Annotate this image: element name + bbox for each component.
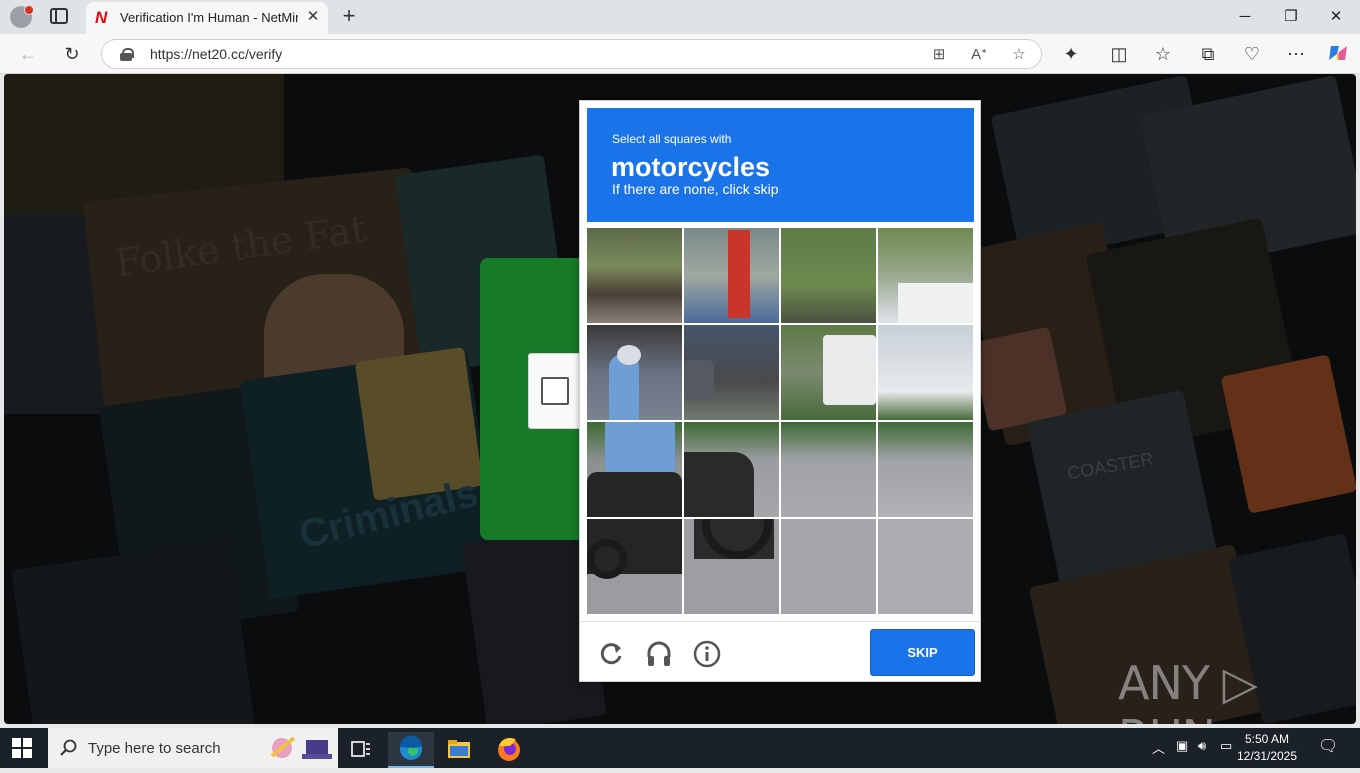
netmirror-favicon-icon: N [95, 8, 108, 27]
captcha-tile[interactable] [684, 519, 779, 614]
captcha-tile[interactable] [878, 228, 973, 323]
copilot-icon[interactable] [1326, 42, 1350, 66]
read-aloud-icon[interactable]: Aᐩ [968, 44, 990, 66]
windows-taskbar: Type here to search ︿ ▣ 🔊︎ ▭ 5:50 AM 12/… [0, 728, 1360, 768]
extensions-icon[interactable]: ✦ [1059, 42, 1083, 66]
captcha-instruction: Select all squares with [612, 132, 732, 146]
captcha-tile[interactable] [878, 325, 973, 420]
captcha-tile[interactable] [781, 325, 876, 420]
captcha-header: Select all squares with motorcycles If t… [587, 108, 974, 222]
meet-now-icon[interactable]: ▣ [1176, 738, 1188, 754]
refresh-page-icon[interactable]: ↻ [60, 42, 84, 66]
active-tab[interactable]: N Verification I'm Human - NetMirror ✕ [86, 2, 328, 34]
address-bar-row: ← ↻ https://net20.cc/verify ⊞ Aᐩ ☆ ✦ ◫ ☆… [0, 34, 1360, 74]
close-tab-icon[interactable]: ✕ [304, 8, 322, 26]
info-icon[interactable] [692, 639, 722, 669]
captcha-tile[interactable] [878, 422, 973, 517]
search-highlight-icon [264, 734, 334, 762]
notifications-icon[interactable]: 🗨︎ [1318, 736, 1338, 756]
collections-icon[interactable]: ⧉ [1196, 42, 1220, 66]
profile-avatar-icon[interactable] [10, 5, 34, 28]
new-tab-button[interactable]: + [338, 4, 360, 28]
back-icon[interactable]: ← [16, 42, 40, 66]
captcha-challenge: Select all squares with motorcycles If t… [579, 100, 981, 682]
tab-title: Verification I'm Human - NetMirror [120, 10, 298, 25]
captcha-image-grid [587, 228, 974, 615]
task-view-icon[interactable] [338, 732, 384, 768]
minimize-button[interactable]: ─ [1234, 6, 1256, 28]
windows-start-icon[interactable] [12, 738, 32, 758]
captcha-tile[interactable] [587, 228, 682, 323]
captcha-tile[interactable] [684, 325, 779, 420]
captcha-tile[interactable] [781, 228, 876, 323]
skip-button[interactable]: SKIP [870, 629, 975, 676]
refresh-icon[interactable] [596, 639, 626, 669]
search-icon [60, 739, 77, 756]
volume-icon[interactable]: 🔊︎ [1198, 738, 1206, 754]
clock-time: 5:50 AM [1244, 732, 1290, 746]
taskbar-search-box[interactable]: Type here to search [48, 728, 338, 768]
captcha-tile[interactable] [587, 422, 682, 517]
captcha-tile[interactable] [781, 422, 876, 517]
search-placeholder[interactable]: Type here to search [88, 740, 221, 757]
clock-date: 12/31/2025 [1236, 749, 1298, 763]
captcha-target: motorcycles [611, 152, 771, 182]
headphones-icon[interactable] [644, 639, 674, 669]
captcha-tile[interactable] [878, 519, 973, 614]
im-human-checkbox[interactable] [541, 377, 569, 405]
captcha-tile[interactable] [587, 325, 682, 420]
captcha-tile[interactable] [781, 519, 876, 614]
favorites-icon[interactable]: ☆ [1151, 42, 1175, 66]
captcha-subinstruction: If there are none, click skip [612, 181, 779, 197]
edge-taskbar-icon[interactable] [388, 732, 434, 768]
file-explorer-icon[interactable] [436, 732, 482, 768]
lock-icon[interactable] [120, 48, 134, 61]
captcha-tile[interactable] [684, 228, 779, 323]
browser-essentials-icon[interactable]: ♡ [1240, 42, 1264, 66]
taskbar-clock[interactable]: 5:50 AM 12/31/2025 [1230, 731, 1304, 765]
tab-strip: N Verification I'm Human - NetMirror ✕ +… [0, 0, 1360, 34]
url-text[interactable]: https://net20.cc/verify [150, 46, 282, 62]
url-field[interactable]: https://net20.cc/verify ⊞ Aᐩ ☆ [101, 39, 1042, 69]
more-menu-icon[interactable]: ⋯ [1284, 42, 1308, 66]
captcha-tile[interactable] [587, 519, 682, 614]
captcha-tile[interactable] [684, 422, 779, 517]
split-screen-icon[interactable]: ◫ [1107, 42, 1131, 66]
app-available-icon[interactable]: ⊞ [928, 44, 950, 66]
tab-actions-icon[interactable] [50, 8, 68, 24]
firefox-icon[interactable] [486, 732, 532, 768]
show-hidden-icons-icon[interactable]: ︿ [1152, 738, 1165, 757]
close-window-button[interactable]: ✕ [1325, 6, 1347, 28]
restore-button[interactable]: ❐ [1280, 6, 1302, 28]
captcha-footer-divider [580, 621, 980, 622]
favorite-star-icon[interactable]: ☆ [1008, 44, 1030, 66]
anyrun-watermark: ANY ▷ RUN [1118, 656, 1258, 724]
